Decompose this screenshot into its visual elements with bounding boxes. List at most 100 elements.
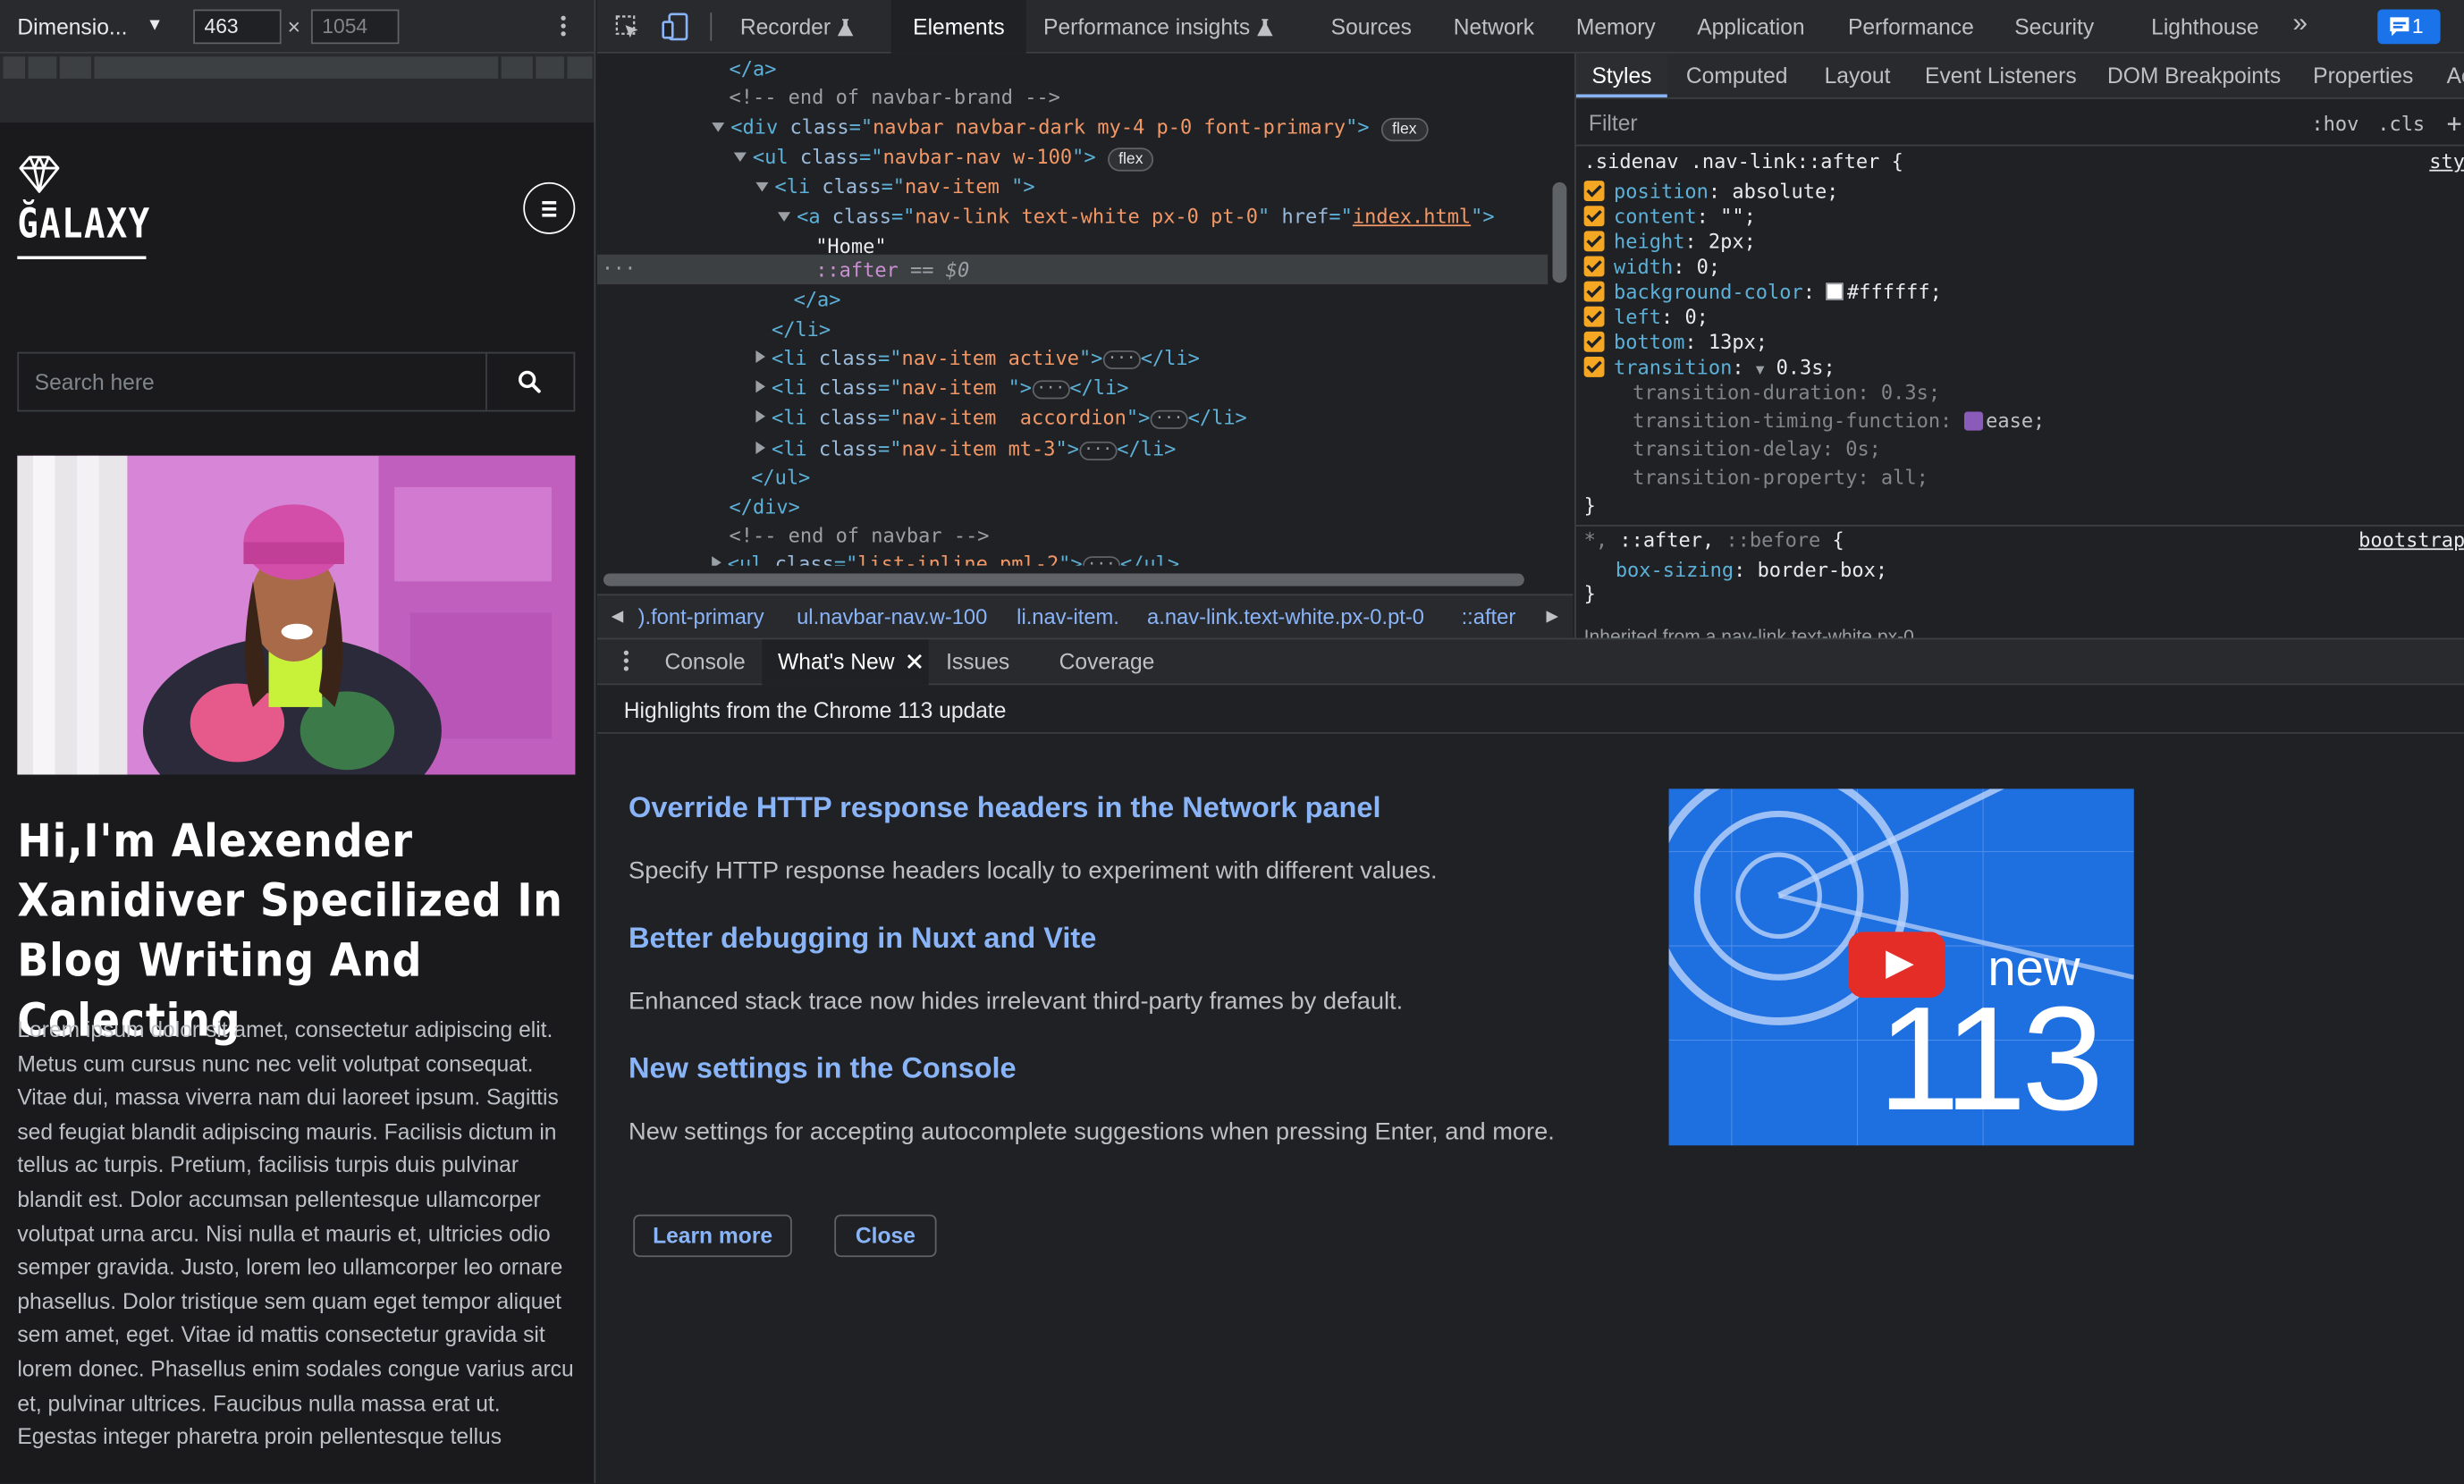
expand-arrow-icon[interactable] [755,441,765,454]
tree-horizontal-scrollbar[interactable] [603,573,1524,586]
property-checkbox[interactable] [1583,206,1605,227]
drawer-tab-issues[interactable]: Issues [946,639,1009,685]
dom-node-li[interactable]: <li class="nav-item mt-3"> ··· </li> [597,434,1548,463]
dom-node-li[interactable]: <li class="nav-item active"> ··· </li> [597,342,1548,372]
tab-event-listeners[interactable]: Event Listeners [1925,54,2077,97]
css-property-row[interactable]: box-sizing: border-box; [1616,558,1887,583]
collapse-arrow-icon[interactable] [712,122,725,132]
tab-lighthouse[interactable]: Lighthouse [2151,0,2258,54]
tab-layout[interactable]: Layout [1825,54,1891,97]
color-swatch[interactable] [1827,282,1844,300]
inspect-element-icon[interactable] [614,14,639,39]
cls-toggle[interactable]: .cls [2377,112,2425,135]
tab-performance-insights[interactable]: Performance insights [1043,0,1272,54]
property-checkbox[interactable] [1583,281,1605,302]
learn-more-button[interactable]: Learn more [633,1214,792,1258]
drawer-menu-icon[interactable] [619,647,631,676]
expand-arrow-icon[interactable] [712,556,721,566]
styles-filter-input[interactable]: Filter [1577,104,2291,143]
media-query-segment[interactable] [94,56,499,79]
collapsed-ellipsis[interactable]: ··· [1082,556,1120,566]
dom-selected-pseudo-row[interactable]: ::after == $0 [596,254,1548,285]
tab-memory[interactable]: Memory [1576,0,1656,54]
dom-comment[interactable]: <!-- end of navbar-brand --> [597,81,1548,111]
breadcrumb-item[interactable]: ::after [1462,595,1516,637]
menu-toggle-button[interactable] [523,181,576,234]
video-thumbnail[interactable]: new 113 [1668,788,2134,1146]
breadcrumb-item[interactable]: ul.navbar-nav.w-100 [797,595,987,637]
more-options-icon[interactable] [556,13,569,41]
hov-toggle[interactable]: :hov [2311,112,2359,135]
css-property-row[interactable]: background-color: #ffffff; [1583,280,1942,305]
property-checkbox[interactable] [1583,231,1605,252]
height-input[interactable]: 1054 [311,9,400,45]
rule-selector[interactable]: *, ::after, ::before { [1584,528,1844,553]
property-checkbox[interactable] [1583,306,1605,327]
dom-node-ul[interactable]: <ul class="list-inline pml-2"> ··· </ul> [597,548,1548,566]
media-query-segment[interactable] [3,56,26,79]
tab-computed[interactable]: Computed [1686,54,1788,97]
feature-heading-link[interactable]: Override HTTP response headers in the Ne… [629,790,1380,825]
row-more-icon[interactable]: ··· [602,255,636,284]
new-style-rule-plus-icon[interactable]: + [2447,108,2462,138]
drawer-tab-console[interactable]: Console [664,639,745,685]
css-property-row[interactable]: position: absolute; [1583,179,1838,204]
collapsed-ellipsis[interactable]: ··· [1150,409,1188,429]
feature-heading-link[interactable]: New settings in the Console [629,1051,1017,1086]
flex-badge[interactable]: flex [1107,148,1154,172]
tab-properties[interactable]: Properties [2313,54,2413,97]
dom-tree-panel[interactable]: </a> <!-- end of navbar-brand --> <div c… [596,53,1574,566]
property-checkbox[interactable] [1583,256,1605,277]
breadcrumb-scroll-left-icon[interactable]: ◀ [612,595,624,637]
tab-application[interactable]: Application [1697,0,1804,54]
property-checkbox[interactable] [1583,331,1605,352]
media-query-segment[interactable] [567,56,593,79]
search-icon[interactable] [517,369,542,394]
collapse-arrow-icon[interactable] [733,152,747,163]
dom-node-li[interactable]: <li class="nav-item accordion"> ··· </li> [597,402,1548,432]
collapse-arrow-icon[interactable] [778,212,791,222]
media-query-segment[interactable] [501,56,533,79]
tree-vertical-scrollbar[interactable] [1552,181,1567,283]
dom-node[interactable]: </div> [597,492,1548,521]
dom-node-div[interactable]: <div class="navbar navbar-dark my-4 p-0 … [597,112,1548,142]
tab-styles[interactable]: Styles [1575,53,1668,97]
collapse-arrow-icon[interactable] [755,181,769,192]
width-input[interactable]: 463 [193,9,282,45]
easing-editor-icon[interactable] [1963,411,1983,431]
breadcrumb-item[interactable]: li.nav-item. [1017,595,1119,637]
dom-node[interactable]: </a> [597,54,1548,83]
breadcrumb-item[interactable]: a.nav-link.text-white.px-0.pt-0 [1147,595,1424,637]
expand-arrow-icon[interactable] [755,380,765,393]
tab-dom-breakpoints[interactable]: DOM Breakpoints [2107,54,2281,97]
feature-heading-link[interactable]: Better debugging in Nuxt and Vite [629,921,1096,956]
tab-recorder[interactable]: Recorder [740,0,853,54]
media-query-segment[interactable] [59,56,91,79]
media-query-segment[interactable] [536,56,564,79]
rule-source-link[interactable]: bootstrap [2359,528,2464,553]
dom-node-li[interactable]: <li class="nav-item "> [597,172,1548,201]
collapsed-ellipsis[interactable]: ··· [1032,380,1070,400]
css-property-row[interactable]: width: 0; [1583,255,1720,280]
tab-performance[interactable]: Performance [1848,0,1974,54]
site-logo[interactable]: ĞALAXY [17,201,150,249]
breadcrumb-item[interactable]: ).font-primary [638,595,764,637]
expand-shorthand-icon[interactable]: ▼ [1756,363,1765,379]
property-checkbox[interactable] [1583,181,1605,201]
css-property-row[interactable]: content: ""; [1583,204,1756,229]
close-icon[interactable] [907,653,923,670]
flex-badge[interactable]: flex [1380,117,1428,142]
drawer-tab-coverage[interactable]: Coverage [1059,639,1155,685]
collapsed-ellipsis[interactable]: ··· [1102,350,1141,370]
href-link[interactable]: index.html [1353,204,1471,227]
rule-source-link[interactable]: sty [2429,149,2464,174]
device-toolbar-icon[interactable] [662,13,690,41]
caret-down-icon[interactable]: ▼ [146,16,163,35]
expand-arrow-icon[interactable] [755,350,765,364]
css-property-row[interactable]: transition: ▼ 0.3s; [1583,355,1835,384]
tab-security[interactable]: Security [2014,0,2094,54]
tab-sources[interactable]: Sources [1331,0,1412,54]
tab-network[interactable]: Network [1454,0,1534,54]
dom-node[interactable]: </ul> [597,462,1548,492]
dom-node[interactable]: </li> [597,315,1548,344]
